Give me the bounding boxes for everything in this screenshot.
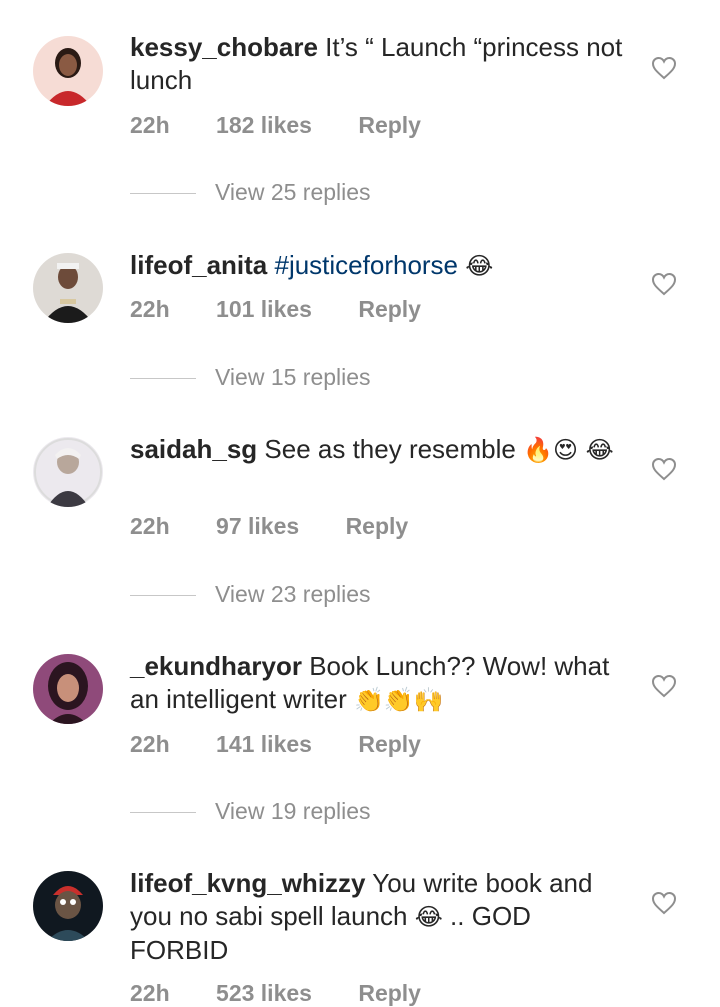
comment-meta: 22h 101 likes Reply — [130, 296, 421, 323]
avatar-image — [33, 253, 103, 323]
avatar[interactable] — [33, 437, 103, 507]
heart-icon[interactable] — [651, 272, 677, 296]
heart-icon[interactable] — [651, 56, 677, 80]
divider-line — [130, 595, 196, 596]
heart-icon[interactable] — [651, 457, 677, 481]
emoji: 😂 — [465, 252, 494, 280]
comment-username[interactable]: lifeof_anita — [130, 250, 267, 280]
reply-button[interactable]: Reply — [358, 112, 421, 139]
view-replies-label: View 19 replies — [215, 798, 371, 824]
divider-line — [130, 193, 196, 194]
comment-meta: 22h 97 likes Reply — [130, 513, 408, 540]
divider-line — [130, 378, 196, 379]
avatar[interactable] — [33, 253, 103, 323]
comment-time: 22h — [130, 296, 170, 322]
avatar-image — [33, 437, 103, 507]
comment-text: _ekundharyor Book Lunch?? Wow! what an i… — [130, 650, 630, 717]
comment-meta: 22h 523 likes Reply — [130, 980, 421, 1007]
reply-button[interactable]: Reply — [358, 980, 421, 1007]
comment-text: lifeof_anita #justiceforhorse 😂 — [130, 249, 630, 283]
comment-meta: 22h 141 likes Reply — [130, 731, 421, 758]
divider-line — [130, 812, 196, 813]
comment-time: 22h — [130, 980, 170, 1006]
comment-content: See as they resemble — [264, 434, 516, 464]
comment-likes[interactable]: 523 likes — [216, 980, 312, 1007]
reply-button[interactable]: Reply — [346, 513, 409, 540]
comment-likes[interactable]: 101 likes — [216, 296, 312, 323]
comment-time: 22h — [130, 112, 170, 138]
emoji: 👏👏🙌 — [354, 686, 444, 714]
view-replies-label: View 25 replies — [215, 179, 371, 205]
comment-time: 22h — [130, 731, 170, 757]
comment-likes[interactable]: 182 likes — [216, 112, 312, 139]
view-replies-label: View 15 replies — [215, 364, 371, 390]
emoji: 🔥😍 😂 — [523, 436, 614, 464]
avatar-image — [33, 654, 103, 724]
avatar[interactable] — [33, 36, 103, 106]
reply-button[interactable]: Reply — [358, 731, 421, 758]
comment-likes[interactable]: 97 likes — [216, 513, 299, 540]
heart-icon[interactable] — [651, 891, 677, 915]
comment-text: saidah_sg See as they resemble 🔥😍 😂 — [130, 433, 630, 467]
avatar-image — [33, 871, 103, 941]
comment-time: 22h — [130, 513, 170, 539]
avatar[interactable] — [33, 871, 103, 941]
hashtag-link[interactable]: #justiceforhorse — [274, 250, 458, 280]
comment-username[interactable]: _ekundharyor — [130, 651, 302, 681]
avatar[interactable] — [33, 654, 103, 724]
comment-meta: 22h 182 likes Reply — [130, 112, 421, 139]
comment-username[interactable]: lifeof_kvng_whizzy — [130, 868, 366, 898]
view-replies-label: View 23 replies — [215, 581, 371, 607]
emoji: 😂 — [414, 903, 443, 931]
reply-button[interactable]: Reply — [358, 296, 421, 323]
comment-username[interactable]: saidah_sg — [130, 434, 257, 464]
comment-likes[interactable]: 141 likes — [216, 731, 312, 758]
avatar-image — [33, 36, 103, 106]
comment-username[interactable]: kessy_chobare — [130, 32, 318, 62]
comment-text: lifeof_kvng_whizzy You write book and yo… — [130, 867, 630, 967]
heart-icon[interactable] — [651, 674, 677, 698]
comment-text: kessy_chobare It’s “ Launch “princess no… — [130, 31, 630, 97]
